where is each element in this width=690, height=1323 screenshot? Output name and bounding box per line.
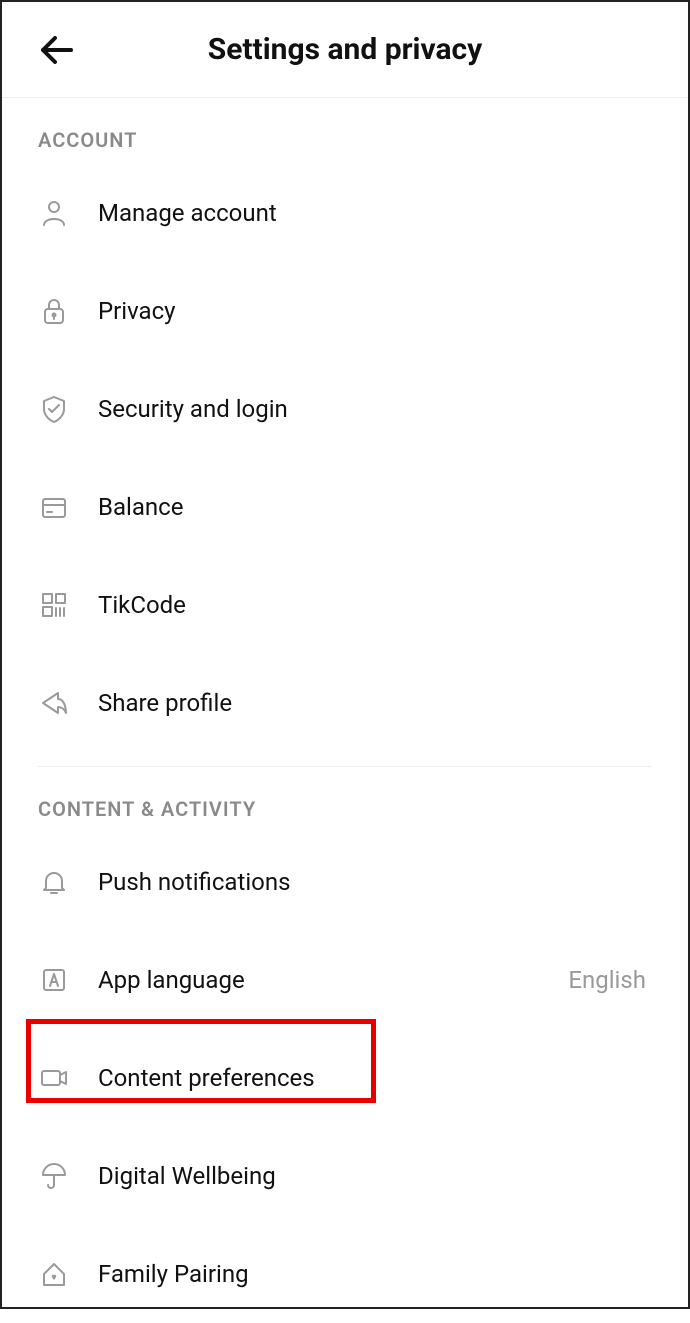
home-heart-icon	[38, 1258, 98, 1290]
wallet-icon	[38, 491, 98, 523]
header-bar: Settings and privacy	[2, 2, 688, 98]
settings-item-privacy[interactable]: Privacy	[2, 262, 688, 360]
section-header-account: ACCOUNT	[2, 98, 688, 164]
bell-icon	[38, 866, 98, 898]
settings-item-label: Balance	[98, 493, 652, 521]
arrow-left-icon	[37, 30, 77, 70]
video-icon	[38, 1062, 98, 1094]
share-icon	[38, 687, 98, 719]
settings-item-label: Security and login	[98, 395, 652, 423]
lock-icon	[38, 295, 98, 327]
umbrella-icon	[38, 1160, 98, 1192]
section-header-content-activity: CONTENT & ACTIVITY	[2, 767, 688, 833]
settings-item-label: App language	[98, 966, 568, 994]
settings-item-label: Family Pairing	[98, 1260, 652, 1288]
settings-item-manage-account[interactable]: Manage account	[2, 164, 688, 262]
settings-item-push-notifications[interactable]: Push notifications	[2, 833, 688, 931]
settings-item-tikcode[interactable]: TikCode	[2, 556, 688, 654]
settings-item-family-pairing[interactable]: Family Pairing	[2, 1225, 688, 1323]
back-button[interactable]	[32, 25, 82, 75]
person-icon	[38, 197, 98, 229]
settings-item-content-preferences[interactable]: Content preferences	[2, 1029, 688, 1127]
settings-item-label: Privacy	[98, 297, 652, 325]
settings-item-label: Content preferences	[98, 1064, 652, 1092]
settings-item-digital-wellbeing[interactable]: Digital Wellbeing	[2, 1127, 688, 1225]
settings-item-share-profile[interactable]: Share profile	[2, 654, 688, 752]
settings-item-security-login[interactable]: Security and login	[2, 360, 688, 458]
page-title: Settings and privacy	[22, 32, 668, 67]
settings-item-label: Manage account	[98, 199, 652, 227]
settings-item-label: Push notifications	[98, 868, 652, 896]
settings-item-balance[interactable]: Balance	[2, 458, 688, 556]
language-icon	[38, 964, 98, 996]
settings-item-value: English	[568, 966, 646, 994]
settings-item-label: Digital Wellbeing	[98, 1162, 652, 1190]
settings-item-app-language[interactable]: App language English	[2, 931, 688, 1029]
settings-item-label: TikCode	[98, 591, 652, 619]
qrcode-icon	[38, 589, 98, 621]
shield-icon	[38, 393, 98, 425]
settings-item-label: Share profile	[98, 689, 652, 717]
